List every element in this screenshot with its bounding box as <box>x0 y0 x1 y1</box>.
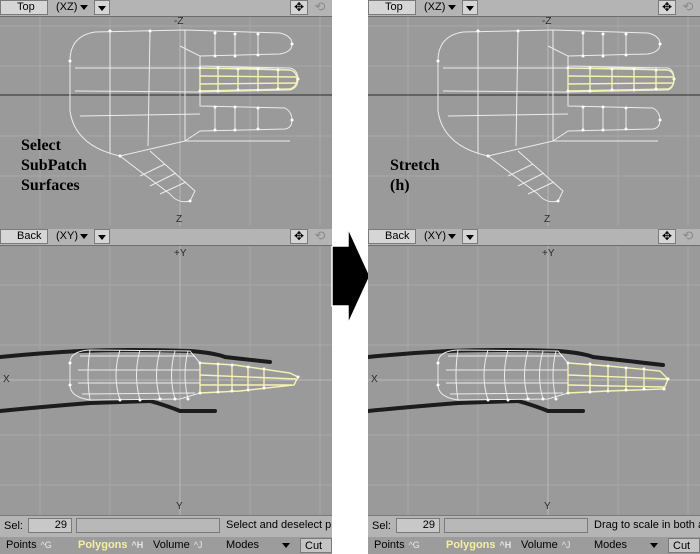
points-shortcut: ^G <box>408 540 420 550</box>
volume-label: Volume <box>153 539 190 551</box>
view-name-button[interactable]: Top <box>368 0 416 15</box>
instruction-text: Select SubPatch Surfaces <box>21 137 87 194</box>
sel-label: Sel: <box>4 520 23 532</box>
rotate-icon[interactable]: ⟲ <box>678 0 698 15</box>
volume-mode-button[interactable]: Volume ^J <box>521 538 570 553</box>
axis-label: +Y <box>542 248 555 259</box>
sel-label: Sel: <box>372 520 391 532</box>
chevron-down-icon[interactable] <box>448 234 456 239</box>
viewport-header: Back (XY) ✥ ⟲ <box>0 229 332 246</box>
axis-label: X <box>371 374 378 385</box>
viewport-options-dropdown[interactable] <box>94 0 110 15</box>
polygons-label: Polygons <box>78 539 128 551</box>
chevron-down-icon[interactable] <box>448 5 456 10</box>
polygons-mode-button[interactable]: Polygons ^H <box>446 538 511 553</box>
viewport-canvas[interactable]: +Y X Y <box>368 245 700 515</box>
status-hint: Select and deselect p <box>226 519 332 531</box>
left-panel: Top (XZ) ✥ ⟲ -Z Z Select SubPatch Surfac… <box>0 0 332 554</box>
move-icon[interactable]: ✥ <box>658 229 676 244</box>
rotate-icon[interactable]: ⟲ <box>310 229 330 244</box>
axis-label: X <box>3 374 10 385</box>
points-mode-button[interactable]: Points ^G <box>374 538 420 553</box>
polygons-shortcut: ^H <box>131 540 144 550</box>
selection-info-box <box>444 518 588 533</box>
move-icon[interactable]: ✥ <box>290 229 308 244</box>
viewport-options-dropdown[interactable] <box>462 229 478 244</box>
status-bar: Sel: 29 Select and deselect p <box>0 515 332 537</box>
axis-label: +Y <box>174 248 187 259</box>
top-viewport[interactable]: Top (XZ) ✥ ⟲ -Z Z <box>368 0 700 260</box>
mode-bar: Points ^G Polygons ^H Volume ^J Modes Cut <box>368 537 700 554</box>
points-label: Points <box>6 539 37 551</box>
axis-label: -Z <box>174 16 183 27</box>
sel-count: 29 <box>28 518 72 533</box>
status-hint: Drag to scale in both a <box>594 519 700 531</box>
axis-label: Y <box>176 501 183 512</box>
move-icon[interactable]: ✥ <box>658 0 676 15</box>
polygons-mode-button[interactable]: Polygons ^H <box>78 538 143 553</box>
view-name-button[interactable]: Top <box>0 0 48 15</box>
modes-dropdown[interactable]: Modes <box>594 538 660 553</box>
viewport-header: Back (XY) ✥ ⟲ <box>368 229 700 246</box>
cut-button[interactable]: Cut <box>668 538 700 553</box>
viewport-canvas[interactable]: +Y X Y <box>0 245 332 515</box>
sel-count: 29 <box>396 518 440 533</box>
back-viewport[interactable]: Back (XY) ✥ ⟲ +Y X Y <box>368 229 700 515</box>
polygons-shortcut: ^H <box>499 540 512 550</box>
mode-bar: Points ^G Polygons ^H Volume ^J Modes Cut <box>0 537 332 554</box>
back-viewport[interactable]: Back (XY) ✥ ⟲ +Y X Y <box>0 229 332 515</box>
back-view-wireframe[interactable]: +Y X Y <box>368 245 700 515</box>
chevron-down-icon[interactable] <box>80 234 88 239</box>
modes-dropdown[interactable]: Modes <box>226 538 292 553</box>
viewport-header: Top (XZ) ✥ ⟲ <box>368 0 700 17</box>
selection-info-box <box>76 518 220 533</box>
volume-shortcut: ^J <box>193 540 203 550</box>
viewport-options-dropdown[interactable] <box>94 229 110 244</box>
cut-button[interactable]: Cut <box>300 538 332 553</box>
view-name-button[interactable]: Back <box>368 229 416 244</box>
back-view-wireframe[interactable]: +Y X Y <box>0 245 332 515</box>
axis-label: Z <box>176 214 182 225</box>
points-label: Points <box>374 539 405 551</box>
volume-mode-button[interactable]: Volume ^J <box>153 538 202 553</box>
volume-label: Volume <box>521 539 558 551</box>
rotate-icon[interactable]: ⟲ <box>310 0 330 15</box>
move-icon[interactable]: ✥ <box>290 0 308 15</box>
points-shortcut: ^G <box>40 540 52 550</box>
chevron-down-icon[interactable] <box>80 5 88 10</box>
top-viewport[interactable]: Top (XZ) ✥ ⟲ -Z Z <box>0 0 332 260</box>
axis-label: Z <box>544 214 550 225</box>
rotate-icon[interactable]: ⟲ <box>678 229 698 244</box>
axis-label: -Z <box>542 16 551 27</box>
viewport-header: Top (XZ) ✥ ⟲ <box>0 0 332 17</box>
status-bar: Sel: 29 Drag to scale in both a <box>368 515 700 537</box>
points-mode-button[interactable]: Points ^G <box>6 538 52 553</box>
axis-label: Y <box>544 501 551 512</box>
view-name-button[interactable]: Back <box>0 229 48 244</box>
right-arrow-icon <box>330 226 372 326</box>
instruction-text: Stretch (h) <box>390 157 440 194</box>
viewport-options-dropdown[interactable] <box>462 0 478 15</box>
polygons-label: Polygons <box>446 539 496 551</box>
volume-shortcut: ^J <box>561 540 571 550</box>
right-panel: Top (XZ) ✥ ⟲ -Z Z Stretch (h) Back (XY) … <box>368 0 700 554</box>
